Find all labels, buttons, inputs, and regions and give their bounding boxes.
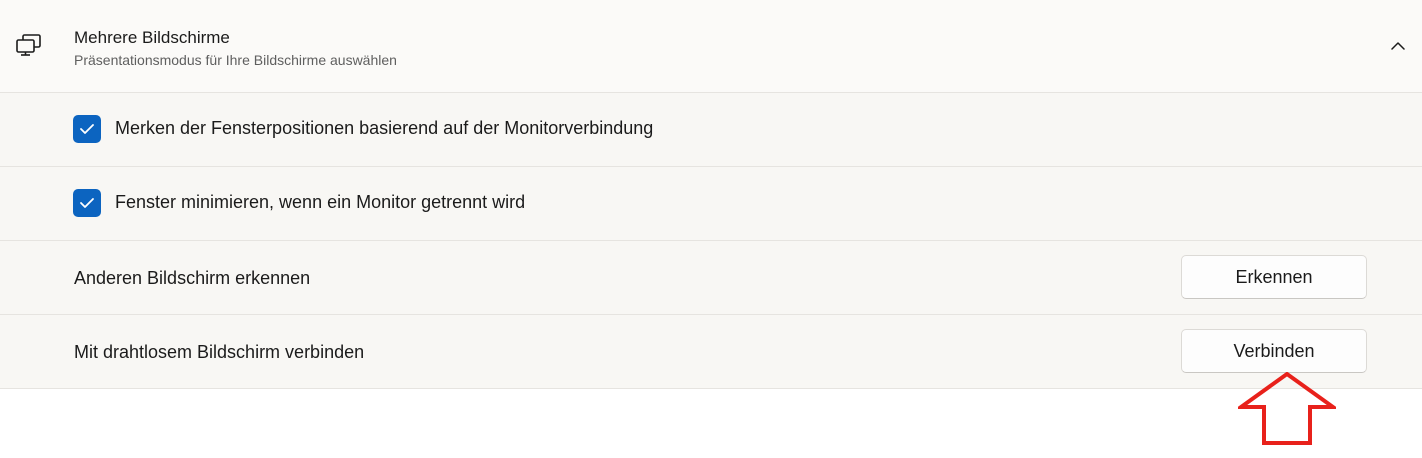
checkmark-icon — [80, 198, 94, 208]
connect-button[interactable]: Verbinden — [1181, 329, 1367, 373]
option-row-remember-window-positions: Merken der Fensterpositionen basierend a… — [0, 93, 1422, 167]
checkmark-icon — [80, 124, 94, 134]
multi-monitor-icon — [16, 34, 41, 56]
multiple-displays-panel: Mehrere Bildschirme Präsentationsmodus f… — [0, 0, 1422, 389]
option-row-minimize-windows: Fenster minimieren, wenn ein Monitor get… — [0, 167, 1422, 241]
section-title: Mehrere Bildschirme — [74, 28, 230, 47]
connect-wireless-display-row: Mit drahtlosem Bildschirm verbinden Verb… — [0, 315, 1422, 389]
up-arrow-annotation-icon — [1238, 372, 1336, 445]
remember-window-positions-label[interactable]: Merken der Fensterpositionen basierend a… — [115, 118, 653, 139]
detect-display-row: Anderen Bildschirm erkennen Erkennen — [0, 241, 1422, 315]
remember-window-positions-checkbox[interactable] — [73, 115, 101, 143]
connect-wireless-display-label: Mit drahtlosem Bildschirm verbinden — [74, 342, 365, 362]
minimize-windows-checkbox[interactable] — [73, 189, 101, 217]
section-subtitle: Präsentationsmodus für Ihre Bildschirme … — [74, 52, 397, 68]
multiple-displays-header[interactable]: Mehrere Bildschirme Präsentationsmodus f… — [0, 0, 1422, 93]
detect-button[interactable]: Erkennen — [1181, 255, 1367, 299]
detect-display-label: Anderen Bildschirm erkennen — [74, 268, 311, 288]
minimize-windows-label[interactable]: Fenster minimieren, wenn ein Monitor get… — [115, 192, 525, 213]
chevron-up-icon[interactable] — [1388, 36, 1408, 56]
